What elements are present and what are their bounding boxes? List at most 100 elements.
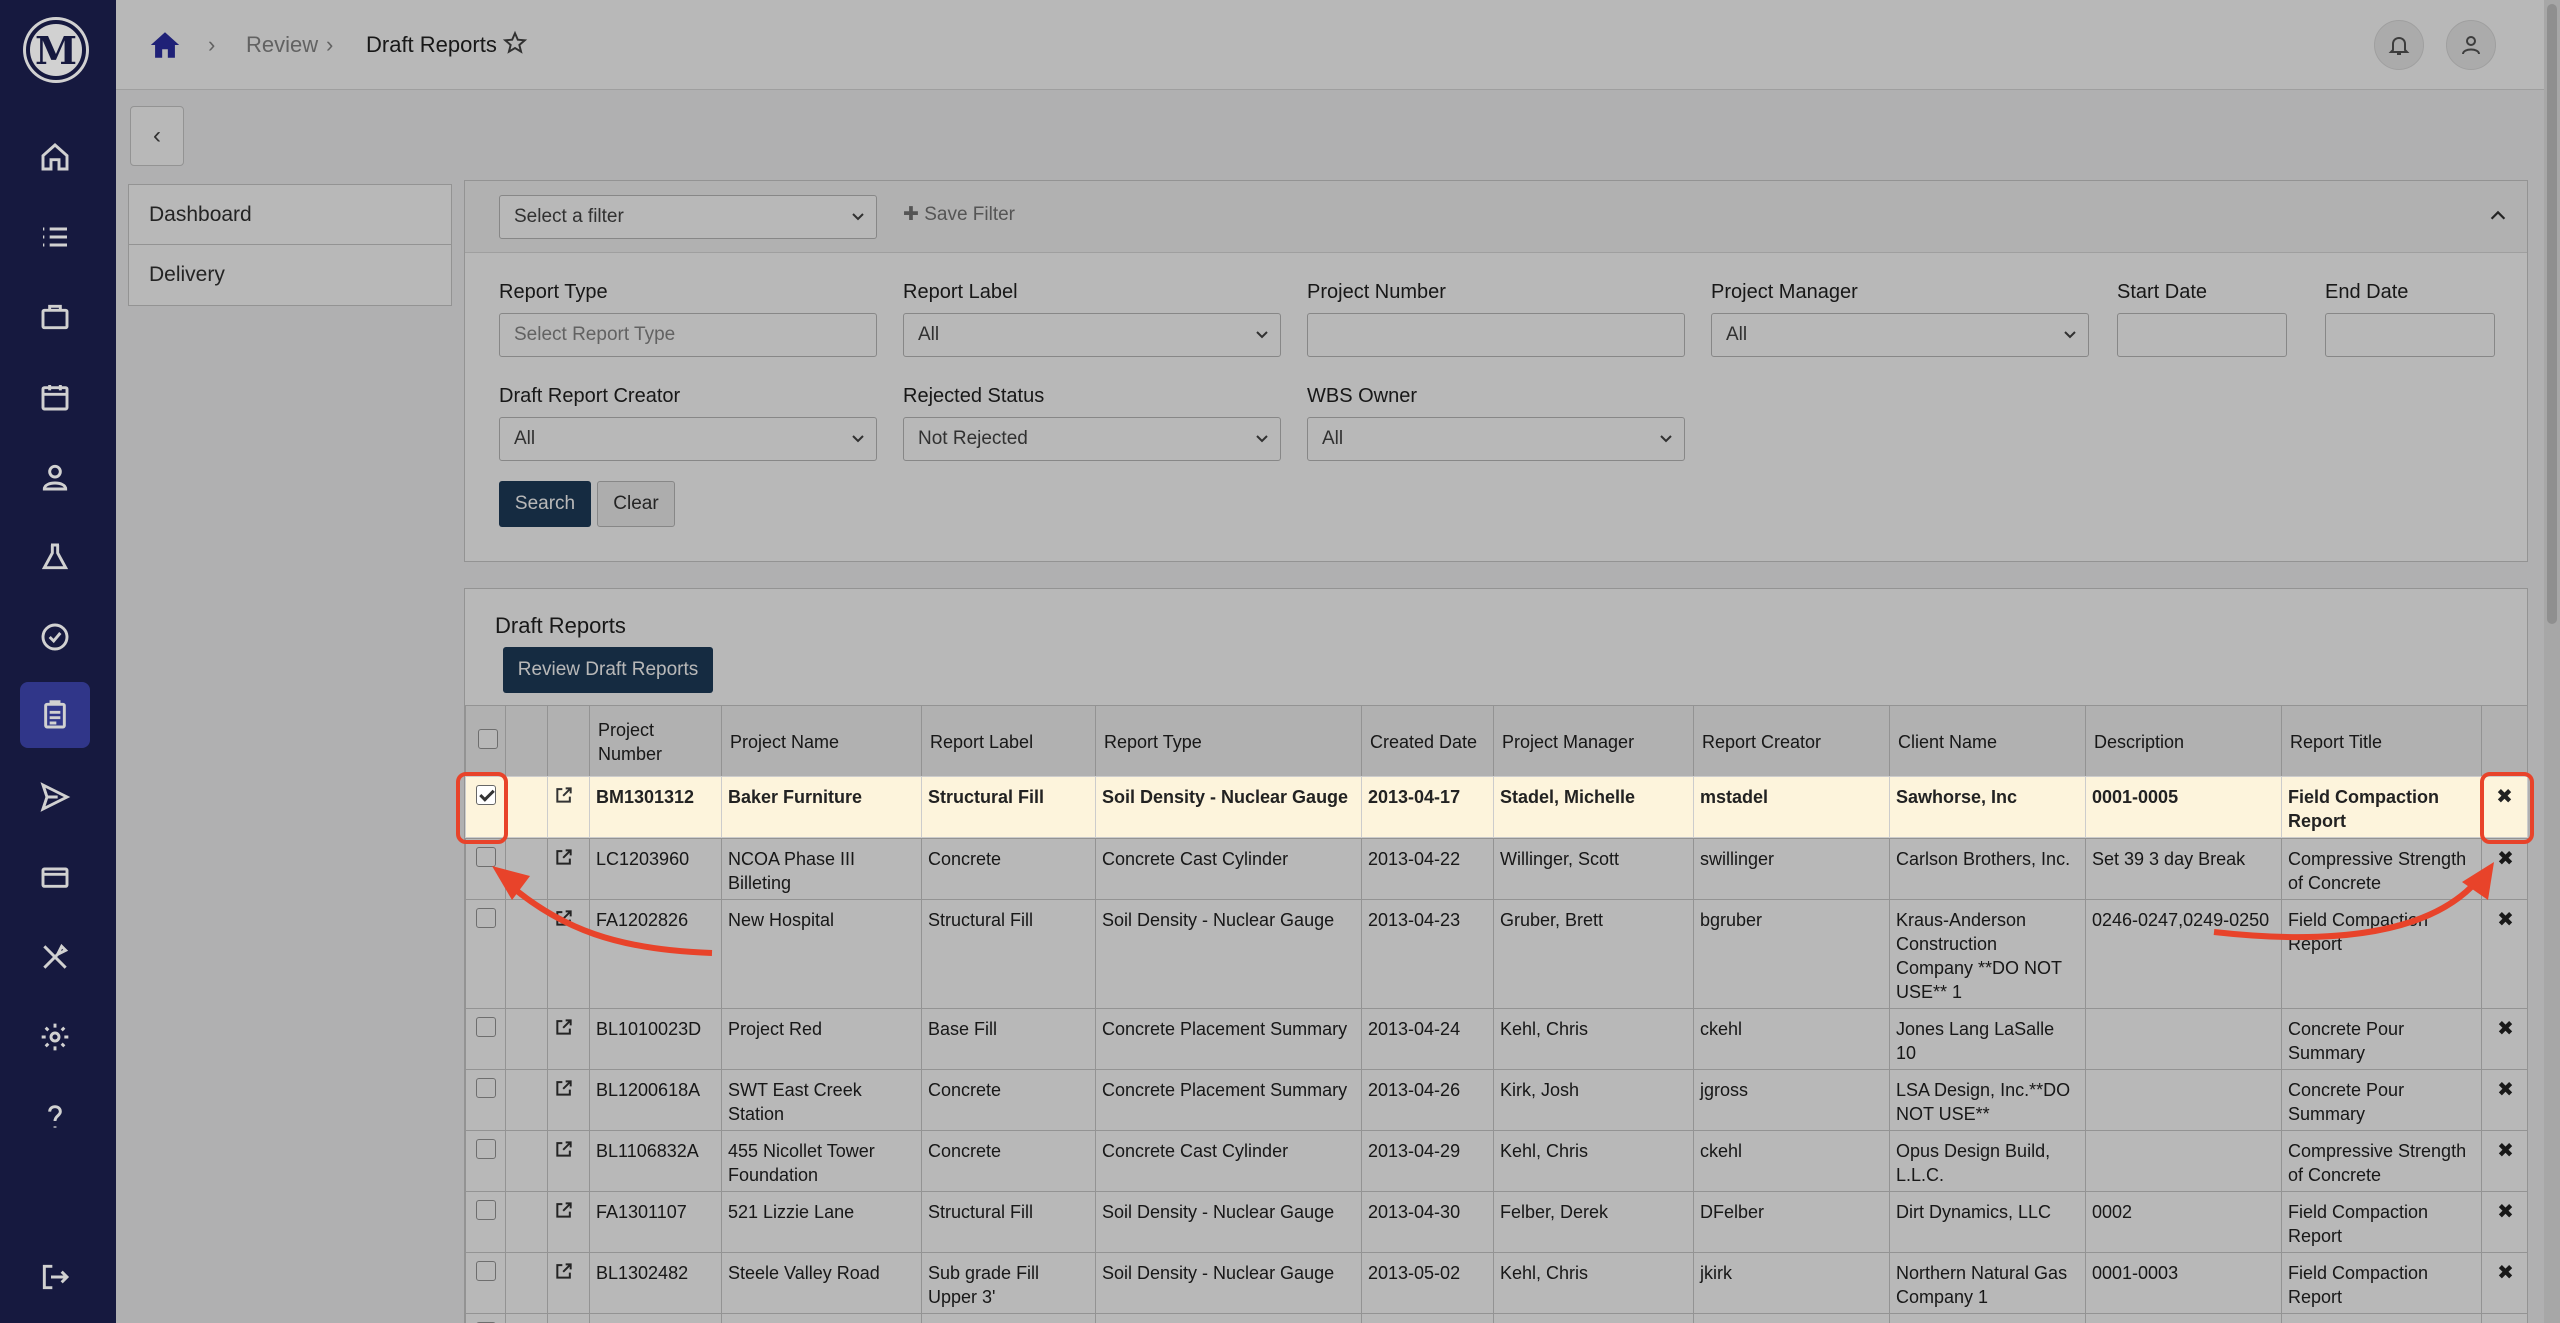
col-report-creator[interactable]: Report Creator bbox=[1693, 705, 1890, 778]
project-number-input[interactable] bbox=[1307, 313, 1685, 357]
open-cell bbox=[547, 1008, 590, 1070]
delete-icon[interactable]: ✖ bbox=[2488, 908, 2523, 932]
delete-icon[interactable]: ✖ bbox=[2488, 1200, 2523, 1224]
calendar-icon[interactable] bbox=[20, 364, 90, 430]
tools-icon[interactable] bbox=[20, 924, 90, 990]
rejected-status-select[interactable]: Not Rejected bbox=[903, 417, 1281, 461]
open-report-icon[interactable] bbox=[554, 1139, 574, 1159]
chevron-right-icon: › bbox=[326, 32, 334, 57]
credit-card-icon[interactable] bbox=[20, 844, 90, 910]
row-select-cell bbox=[465, 1069, 506, 1131]
col-client-name[interactable]: Client Name bbox=[1889, 705, 2086, 778]
briefcase-icon[interactable] bbox=[20, 284, 90, 350]
table-row[interactable]: BL1200618A SWT East Creek Station Concrete… bbox=[465, 1069, 2527, 1131]
clear-button[interactable]: Clear bbox=[597, 481, 675, 527]
sub-menu: Dashboard Delivery bbox=[128, 184, 452, 306]
gear-icon[interactable] bbox=[20, 1004, 90, 1070]
flask-icon[interactable] bbox=[20, 524, 90, 590]
draft-report-creator-select[interactable]: All bbox=[499, 417, 877, 461]
cell-report-label: Structural Fill bbox=[921, 899, 1096, 1009]
chevron-up-icon[interactable] bbox=[2487, 205, 2509, 227]
table-row[interactable]: BM1300524Medora Fire HallSub grade Fill … bbox=[465, 1313, 2527, 1323]
table-row[interactable]: BL1106832A 455 Nicollet Tower Foundation C… bbox=[465, 1130, 2527, 1192]
row-checkbox[interactable] bbox=[476, 1261, 496, 1281]
collapse-sidebar-button[interactable]: ‹ bbox=[130, 106, 184, 166]
badge-check-icon[interactable] bbox=[20, 604, 90, 670]
wbs-owner-select[interactable]: All bbox=[1307, 417, 1685, 461]
delete-icon[interactable]: ✖ bbox=[2488, 1261, 2523, 1285]
open-report-icon[interactable] bbox=[554, 1078, 574, 1098]
page-scrollbar[interactable] bbox=[2544, 0, 2560, 1323]
delete-icon[interactable]: ✖ bbox=[2488, 1017, 2523, 1041]
open-cell bbox=[547, 1191, 590, 1253]
bell-icon[interactable] bbox=[2374, 20, 2424, 70]
col-project-name[interactable]: Project Name bbox=[721, 705, 922, 778]
save-filter-button[interactable]: ✚ Save Filter bbox=[903, 203, 1015, 226]
delete-icon[interactable]: ✖ bbox=[2488, 1139, 2523, 1163]
delete-cell: ✖ bbox=[2481, 1130, 2527, 1192]
menu-item-dashboard[interactable]: Dashboard bbox=[129, 185, 451, 245]
col-created-date[interactable]: Created Date bbox=[1361, 705, 1494, 778]
row-checkbox[interactable] bbox=[476, 1017, 496, 1037]
delete-icon[interactable]: ✖ bbox=[2488, 847, 2523, 871]
home-icon[interactable] bbox=[20, 124, 90, 190]
report-label-label: Report Label bbox=[903, 281, 1018, 303]
cell-report-label: Sub grade Fill Upper bbox=[921, 1313, 1096, 1323]
open-report-icon[interactable] bbox=[554, 1017, 574, 1037]
project-number-label: Project Number bbox=[1307, 281, 1446, 303]
col-report-type[interactable]: Report Type bbox=[1095, 705, 1362, 778]
clipboard-icon[interactable] bbox=[20, 682, 90, 748]
select-all-checkbox[interactable] bbox=[478, 728, 498, 749]
help-icon[interactable] bbox=[20, 1084, 90, 1150]
col-report-title[interactable]: Report Title bbox=[2281, 705, 2482, 778]
end-date-input[interactable] bbox=[2325, 313, 2495, 357]
send-icon[interactable] bbox=[20, 764, 90, 830]
cell-report-label: Base Fill bbox=[921, 1008, 1096, 1070]
open-report-icon[interactable] bbox=[554, 1200, 574, 1220]
cell-project-name: Project Red bbox=[721, 1008, 922, 1070]
blank-cell bbox=[505, 1252, 548, 1314]
app-logo[interactable]: M bbox=[26, 20, 86, 80]
delete-icon[interactable]: ✖ bbox=[2488, 1078, 2523, 1102]
row-checkbox[interactable] bbox=[476, 1078, 496, 1098]
table-row[interactable]: FA1202826 New Hospital Structural Fill Soil… bbox=[465, 899, 2527, 1009]
user-icon[interactable] bbox=[2446, 20, 2496, 70]
table-row[interactable]: LC1203960 NCOA Phase III Billeting Concret… bbox=[465, 838, 2527, 900]
chevron-right-icon: › bbox=[208, 32, 216, 57]
star-icon[interactable] bbox=[502, 30, 528, 56]
logout-icon[interactable] bbox=[20, 1244, 90, 1310]
table-row[interactable]: BM1301312Baker FurnitureStructural FillS… bbox=[465, 776, 2528, 838]
search-button[interactable]: Search bbox=[499, 481, 591, 527]
col-project-manager[interactable]: Project Manager bbox=[1493, 705, 1694, 778]
open-report-icon[interactable] bbox=[554, 1261, 574, 1281]
person-icon[interactable] bbox=[20, 444, 90, 510]
row-checkbox[interactable] bbox=[476, 908, 496, 928]
cell-client-name: Dirt Dynamics, LLC bbox=[1889, 1191, 2086, 1253]
row-checkbox[interactable] bbox=[476, 847, 496, 867]
list-icon[interactable] bbox=[20, 204, 90, 270]
table-row[interactable]: FA1301107 521 Lizzie Lane Structural Fill S… bbox=[465, 1191, 2527, 1253]
cell-report-creator: cwardien bbox=[1693, 1313, 1890, 1323]
scrollbar-thumb[interactable] bbox=[2547, 4, 2557, 624]
saved-filter-select[interactable]: Select a filter bbox=[499, 195, 877, 239]
col-report-label[interactable]: Report Label bbox=[921, 705, 1096, 778]
project-manager-select[interactable]: All bbox=[1711, 313, 2089, 357]
report-type-input[interactable]: Select Report Type bbox=[499, 313, 877, 357]
cell-report-creator: ckehl bbox=[1693, 1008, 1890, 1070]
review-draft-reports-button[interactable]: Review Draft Reports bbox=[503, 647, 713, 693]
col-project-number[interactable]: Project Number bbox=[589, 705, 722, 778]
open-report-icon[interactable] bbox=[554, 785, 574, 805]
col-description[interactable]: Description bbox=[2085, 705, 2282, 778]
open-report-icon[interactable] bbox=[554, 847, 574, 867]
report-label-select[interactable]: All bbox=[903, 313, 1281, 357]
menu-item-delivery[interactable]: Delivery bbox=[129, 245, 451, 305]
table-row[interactable]: BL1302482 Steele Valley Road Sub grade Fil… bbox=[465, 1252, 2527, 1314]
open-report-icon[interactable] bbox=[554, 908, 574, 928]
row-checkbox[interactable] bbox=[476, 1200, 496, 1220]
start-date-input[interactable] bbox=[2117, 313, 2287, 357]
cell-description: Set 39 3 day Break bbox=[2085, 838, 2282, 900]
breadcrumb-home-icon[interactable] bbox=[148, 28, 182, 62]
row-checkbox[interactable] bbox=[476, 1139, 496, 1159]
breadcrumb-review[interactable]: Review bbox=[246, 30, 318, 60]
table-row[interactable]: BL1010023D Project Red Base Fill Concrete P… bbox=[465, 1008, 2527, 1070]
